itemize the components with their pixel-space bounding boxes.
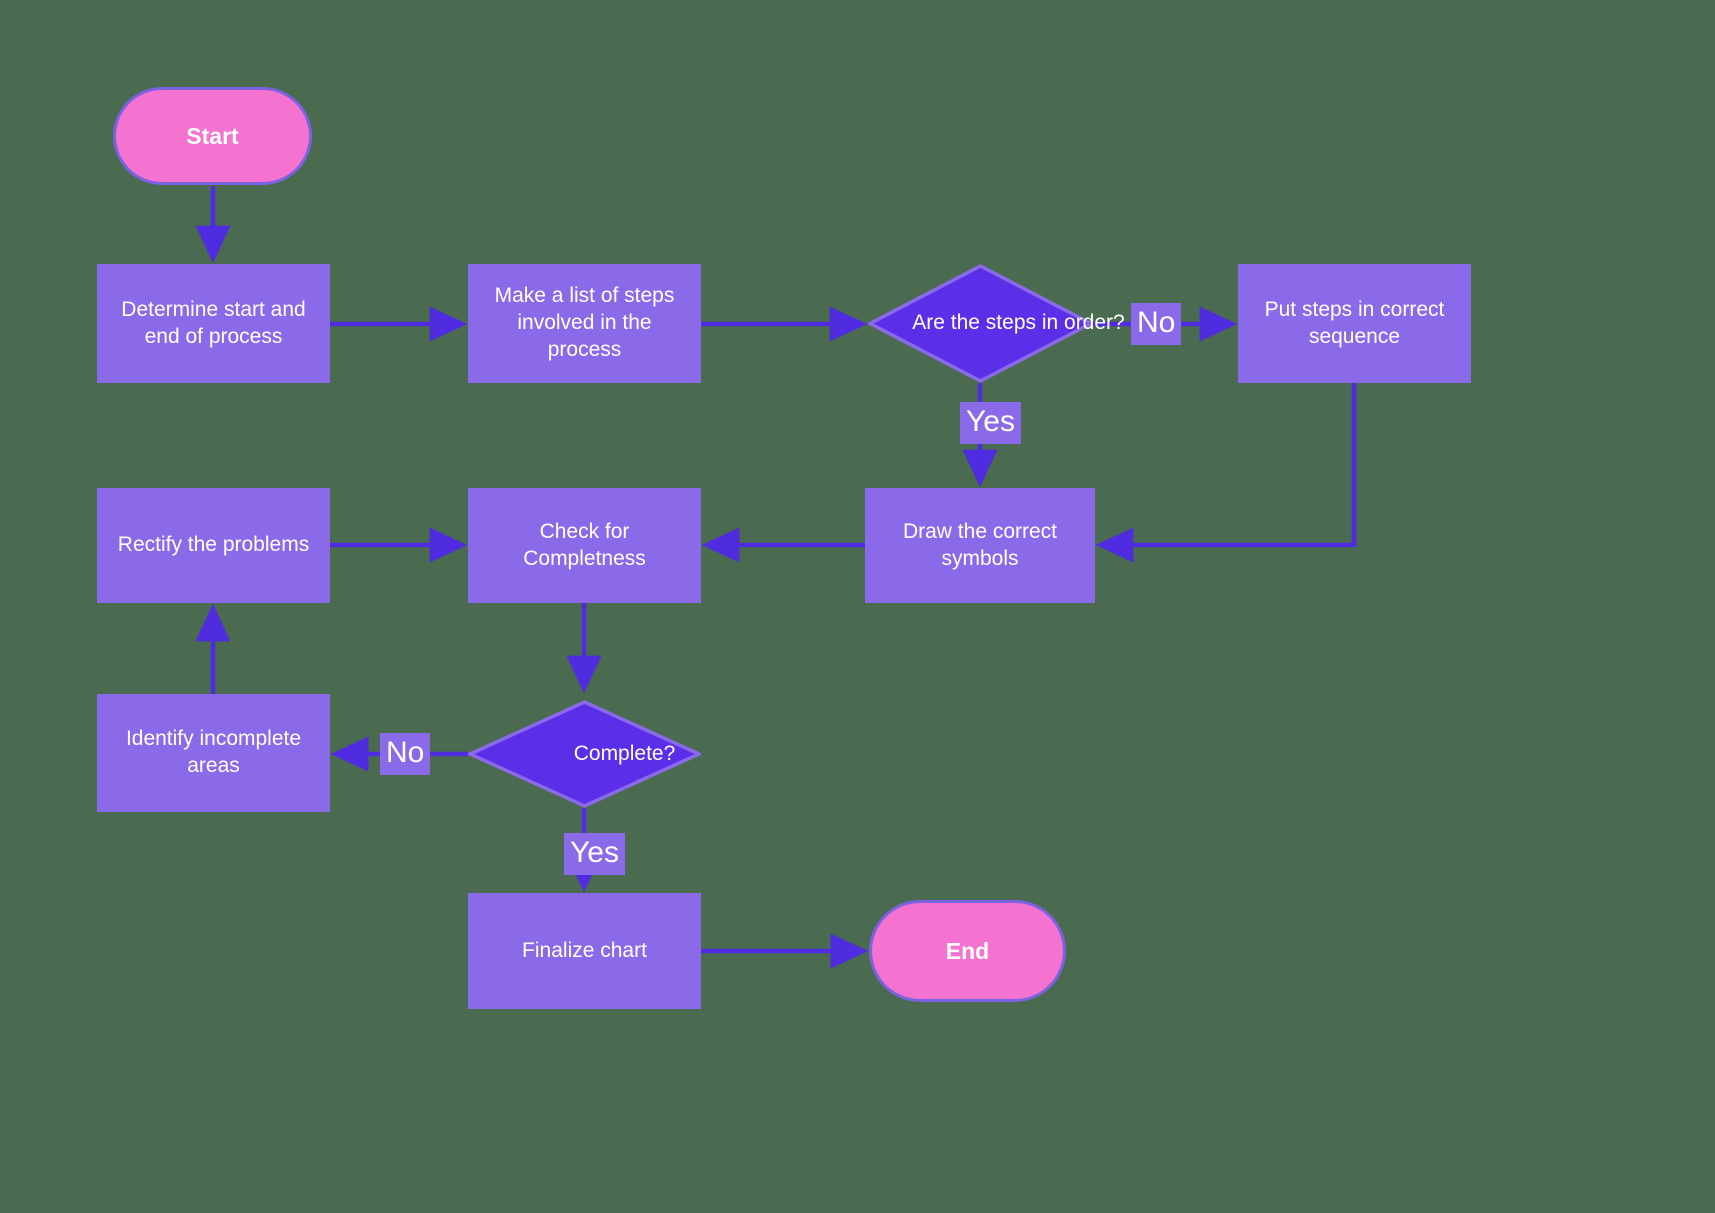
node-start[interactable]: Start <box>113 87 312 185</box>
node-steps-in-order[interactable]: Are the steps in order? <box>868 264 1125 383</box>
node-complete[interactable]: Complete? <box>468 700 701 808</box>
node-identify-incomplete-areas-label: Identify incomplete areas <box>125 727 302 777</box>
node-make-list[interactable]: Make a list of steps involved in the pro… <box>468 264 701 383</box>
node-make-list-label: Make a list of steps involved in the pro… <box>494 284 675 361</box>
diamond-shape-icon <box>868 264 1093 383</box>
node-check-completeness-label: Check for Completness <box>523 519 646 570</box>
node-finalize-chart[interactable]: Finalize chart <box>468 893 701 1009</box>
diamond-shape-icon <box>468 700 701 808</box>
node-rectify-problems-label: Rectify the problems <box>117 533 310 557</box>
node-start-label: Start <box>186 122 239 149</box>
node-draw-correct-symbols[interactable]: Draw the correct symbols <box>865 488 1095 603</box>
node-check-completeness[interactable]: Check for Completness <box>468 488 701 603</box>
node-determine-start-end[interactable]: Determine start and end of process <box>97 264 330 383</box>
node-put-steps-sequence[interactable]: Put steps in correct sequence <box>1238 264 1471 383</box>
flowchart-canvas: Start Determine start and end of process… <box>0 0 1715 1213</box>
edge-putsequence-drawsymbols <box>1095 383 1357 563</box>
node-draw-correct-symbols-label: Draw the correct symbols <box>902 519 1058 570</box>
node-identify-incomplete-areas[interactable]: Identify incomplete areas <box>97 694 330 812</box>
node-determine-start-end-label: Determine start and end of process <box>121 297 306 348</box>
node-end[interactable]: End <box>869 900 1066 1002</box>
node-put-steps-sequence-label: Put steps in correct sequence <box>1264 297 1445 348</box>
node-finalize-chart-label: Finalize chart <box>522 938 647 962</box>
edge-label-complete-no: No <box>380 733 431 775</box>
node-rectify-problems[interactable]: Rectify the problems <box>97 488 330 603</box>
node-end-label: End <box>945 937 990 964</box>
edge-label-complete-yes: Yes <box>564 833 625 875</box>
edge-label-steps-order-no: No <box>1131 303 1182 345</box>
edge-label-steps-order-yes: Yes <box>960 402 1021 444</box>
